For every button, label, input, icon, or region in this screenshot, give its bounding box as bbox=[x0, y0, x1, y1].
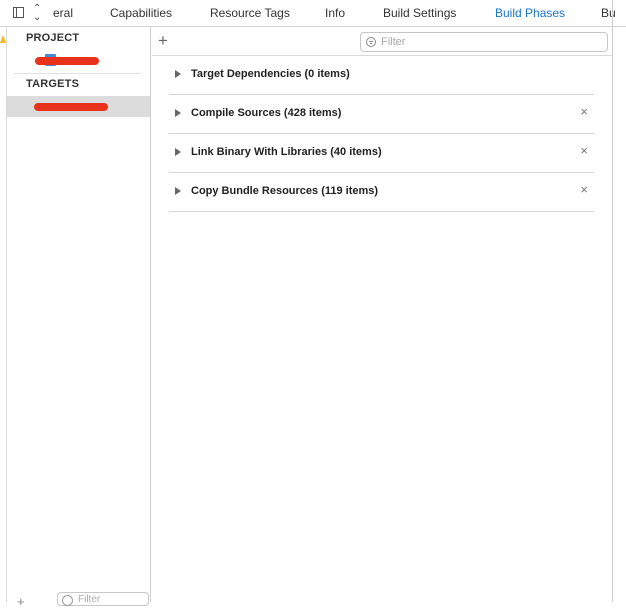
build-phase-title: Compile Sources (428 items) bbox=[191, 107, 342, 119]
tab-general[interactable]: eral bbox=[53, 6, 73, 20]
project-section-header: PROJECT bbox=[26, 32, 80, 44]
editor-tab-bar: ⌃ ⌄ eral Capabilities Resource Tags Info … bbox=[0, 0, 626, 27]
project-targets-navigator: PROJECT TARGETS + Filter bbox=[7, 27, 151, 609]
navigator-filter-field[interactable]: Filter bbox=[57, 592, 149, 606]
build-phase-compile-sources[interactable]: Compile Sources (428 items) × bbox=[169, 95, 594, 134]
close-icon[interactable]: × bbox=[580, 183, 588, 197]
build-phase-target-dependencies[interactable]: Target Dependencies (0 items) bbox=[169, 56, 594, 95]
tab-capabilities[interactable]: Capabilities bbox=[110, 6, 172, 20]
build-phase-link-binary[interactable]: Link Binary With Libraries (40 items) × bbox=[169, 134, 594, 173]
tab-info[interactable]: Info bbox=[325, 6, 345, 20]
tab-build-rules[interactable]: Bu bbox=[601, 6, 616, 20]
disclosure-triangle-icon[interactable] bbox=[175, 70, 181, 78]
build-phase-title: Target Dependencies (0 items) bbox=[191, 68, 350, 80]
tab-build-phases[interactable]: Build Phases bbox=[495, 6, 565, 20]
project-item[interactable] bbox=[7, 50, 150, 71]
navigator-bottom-bar: + Filter bbox=[7, 590, 150, 609]
sidebar-toggle-icon[interactable] bbox=[13, 7, 24, 18]
targets-section-header: TARGETS bbox=[26, 78, 80, 90]
redaction-mark bbox=[34, 103, 108, 111]
build-phases-toolbar: + bbox=[152, 27, 612, 56]
build-phase-title: Copy Bundle Resources (119 items) bbox=[191, 185, 379, 197]
chevron-up-down-icon[interactable]: ⌃ ⌄ bbox=[33, 4, 41, 23]
disclosure-triangle-icon[interactable] bbox=[175, 148, 181, 156]
build-phases-filter[interactable] bbox=[360, 32, 608, 52]
window-edge bbox=[612, 0, 613, 602]
filter-input[interactable] bbox=[381, 35, 601, 49]
disclosure-triangle-icon[interactable] bbox=[175, 187, 181, 195]
close-icon[interactable]: × bbox=[580, 105, 588, 119]
redaction-mark bbox=[35, 57, 99, 65]
section-divider bbox=[14, 73, 141, 74]
build-phase-copy-bundle-resources[interactable]: Copy Bundle Resources (119 items) × bbox=[169, 173, 594, 212]
add-build-phase-button[interactable]: + bbox=[158, 32, 168, 49]
tab-build-settings[interactable]: Build Settings bbox=[383, 6, 456, 20]
build-phase-title: Link Binary With Libraries (40 items) bbox=[191, 146, 382, 158]
navigator-filter-placeholder: Filter bbox=[78, 594, 101, 605]
close-icon[interactable]: × bbox=[580, 144, 588, 158]
target-item[interactable] bbox=[7, 96, 150, 117]
tab-resource-tags[interactable]: Resource Tags bbox=[210, 6, 290, 20]
build-phases-editor: + Target Dependencies (0 items) Compile … bbox=[152, 27, 612, 602]
filter-icon bbox=[62, 595, 73, 606]
disclosure-triangle-icon[interactable] bbox=[175, 109, 181, 117]
filter-icon bbox=[366, 37, 376, 47]
